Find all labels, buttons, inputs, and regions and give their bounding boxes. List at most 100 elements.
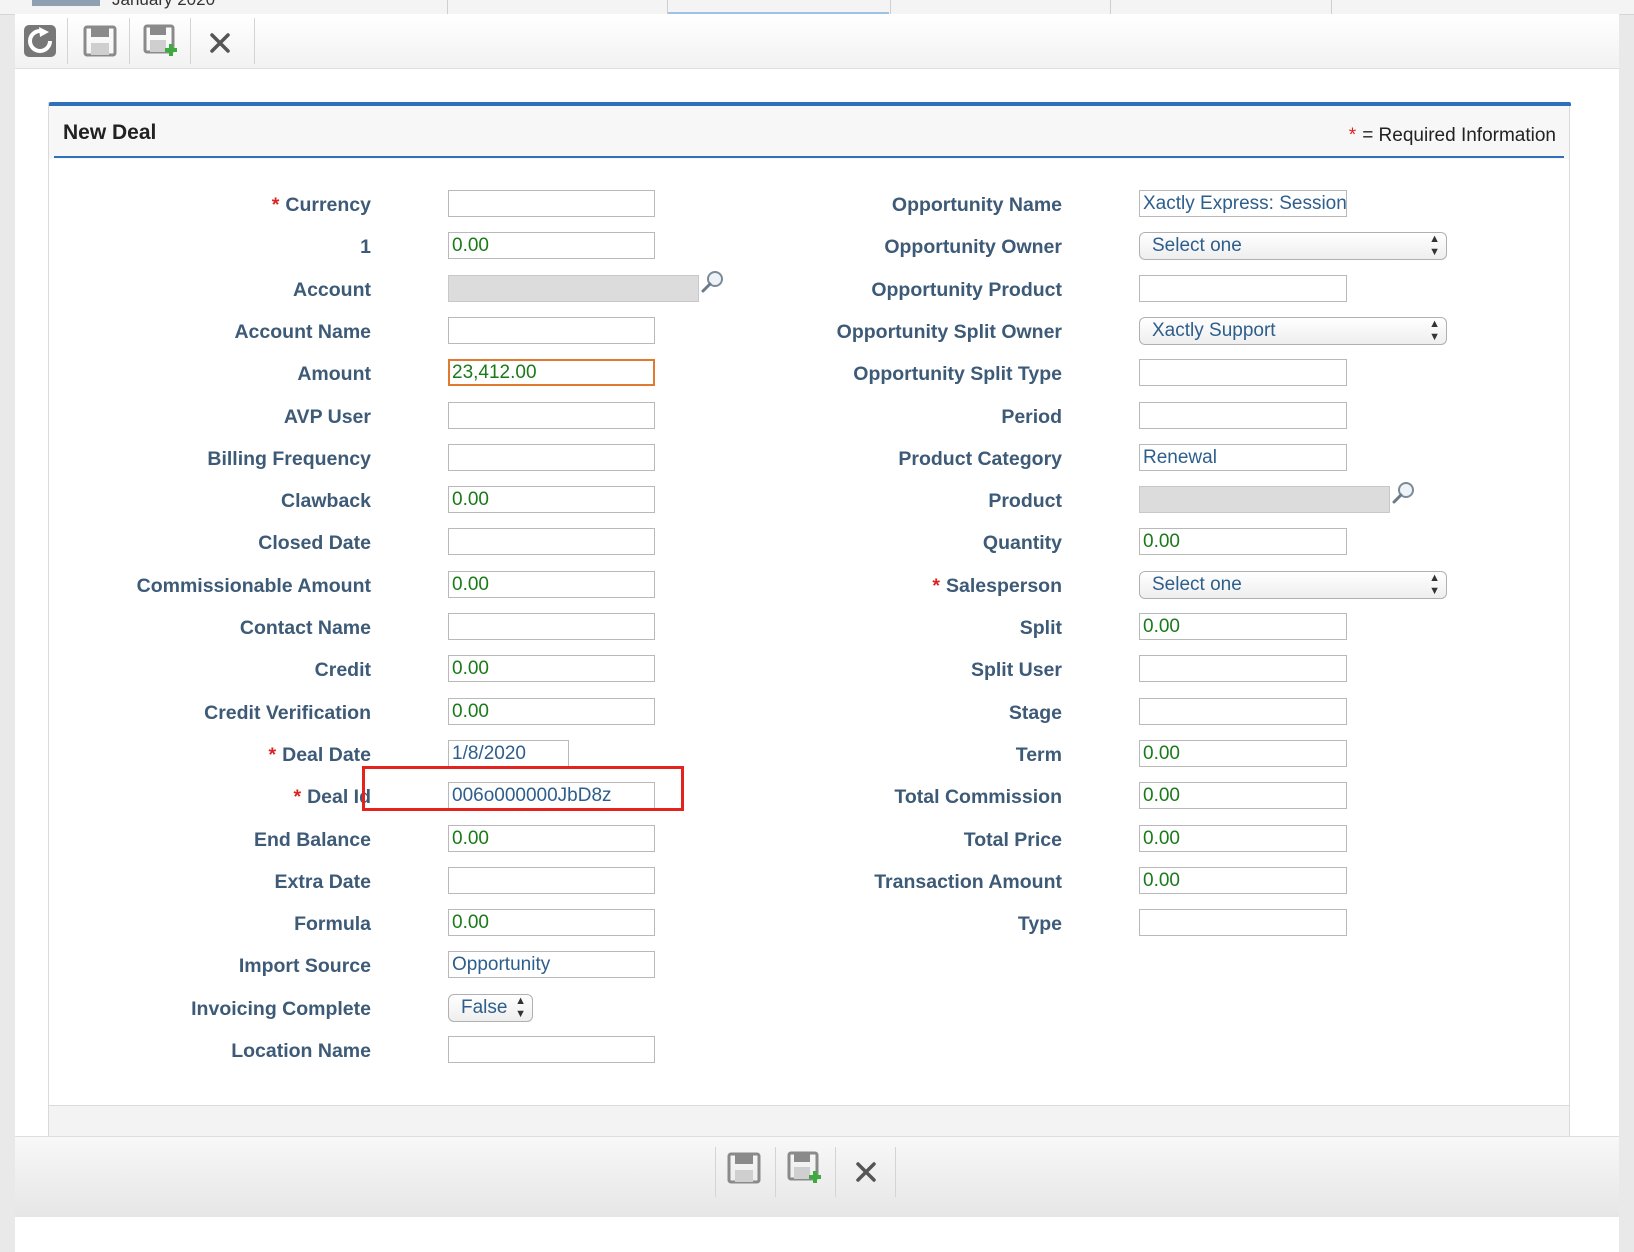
term-label: Term: [1016, 743, 1062, 767]
period-label: Period: [1001, 405, 1062, 429]
currency-input[interactable]: [448, 190, 655, 217]
transaction-amount-input[interactable]: 0.00: [1139, 866, 1347, 894]
amount-label: Amount: [297, 362, 371, 386]
opportunity-owner-select[interactable]: Select one ▲ ▼: [1139, 232, 1447, 261]
toolbar-separator: [775, 1147, 776, 1197]
opportunity-name-input[interactable]: Xactly Express: Session: [1139, 190, 1347, 217]
product-category-input[interactable]: Renewal: [1139, 443, 1347, 471]
opportunity-split-owner-label-text: Opportunity Split Owner: [836, 320, 1062, 343]
save-and-new-button[interactable]: [139, 18, 183, 64]
top-toolbar: [15, 14, 1619, 69]
tab-active[interactable]: [668, 0, 889, 15]
credit-verification-input[interactable]: 0.00: [448, 697, 655, 725]
credit-input[interactable]: 0.00: [448, 655, 655, 683]
total-price-label-text: Total Price: [963, 828, 1062, 851]
save-and-new-icon: [787, 1151, 821, 1183]
amount-input[interactable]: 23,412.00: [448, 359, 655, 387]
end-balance-label: End Balance: [254, 828, 371, 852]
opportunity-product-label-text: Opportunity Product: [871, 278, 1062, 301]
close-icon: [856, 1162, 876, 1182]
billing-frequency-label-text: Billing Frequency: [207, 447, 371, 470]
contact-name-label-text: Contact Name: [239, 617, 371, 639]
import-source-input[interactable]: Opportunity: [448, 951, 655, 979]
tab-partial-label[interactable]: January 2020: [112, 0, 215, 8]
refresh-button[interactable]: [18, 18, 62, 64]
toolbar-separator: [895, 1147, 896, 1197]
1-input[interactable]: 0.00: [448, 232, 655, 260]
bottom-toolbar: [15, 1136, 1619, 1217]
extra-date-input[interactable]: [448, 866, 655, 894]
panel-title: New Deal: [63, 121, 157, 144]
bottom-save-button[interactable]: [722, 1145, 766, 1191]
credit-label: Credit: [315, 658, 371, 682]
invoicing-complete-select[interactable]: False ▲ ▼: [448, 993, 533, 1022]
deal-form: * Currency 1 0.00 Account Account Name Amount 2…: [49, 159, 1569, 1106]
new-deal-dialog: New Deal * = Required Information * Curren…: [15, 14, 1619, 1252]
split-user-input[interactable]: [1139, 655, 1347, 683]
product-input[interactable]: [1139, 486, 1390, 514]
required-star: *: [293, 786, 302, 809]
extra-date-label: Extra Date: [275, 870, 371, 894]
lookup-search-icon[interactable]: [1391, 480, 1417, 506]
toolbar-separator: [835, 1147, 836, 1197]
avp-user-label-text: AVP User: [283, 405, 371, 428]
bottom-save-and-new-button[interactable]: [783, 1145, 827, 1191]
credit-verification-label-text: Credit Verification: [204, 701, 371, 724]
total-commission-input[interactable]: 0.00: [1139, 782, 1347, 810]
tab-divider: [447, 0, 448, 14]
term-input[interactable]: 0.00: [1139, 739, 1347, 767]
amount-label-text: Amount: [297, 363, 371, 386]
closed-date-input[interactable]: [448, 528, 655, 556]
opportunity-name-label: Opportunity Name: [892, 193, 1062, 217]
split-user-label-text: Split User: [970, 659, 1062, 682]
import-source-label: Import Source: [239, 954, 371, 978]
split-user-label: Split User: [971, 658, 1062, 682]
salesperson-label: * Salesperson: [932, 574, 1062, 598]
location-name-input[interactable]: [448, 1036, 655, 1063]
formula-input[interactable]: 0.00: [448, 909, 655, 937]
required-star: *: [268, 743, 277, 766]
bottom-close-button[interactable]: [844, 1149, 888, 1195]
type-label: Type: [1018, 912, 1062, 936]
opportunity-product-input[interactable]: [1139, 274, 1347, 302]
save-button[interactable]: [78, 18, 122, 64]
updown-arrows-icon: ▲ ▼: [1429, 571, 1440, 597]
toolbar-separator: [190, 18, 191, 64]
contact-name-label: Contact Name: [240, 616, 371, 640]
deal-id-label: * Deal Id: [293, 785, 371, 809]
period-input[interactable]: [1139, 401, 1347, 429]
stage-input[interactable]: [1139, 697, 1347, 725]
required-star: *: [271, 194, 280, 216]
new-deal-panel: New Deal * = Required Information * Curren…: [48, 102, 1571, 1166]
location-name-label-text: Location Name: [231, 1040, 371, 1062]
billing-frequency-input[interactable]: [448, 443, 655, 471]
import-source-label-text: Import Source: [238, 955, 371, 978]
opportunity-split-type-input[interactable]: [1139, 359, 1347, 387]
contact-name-input[interactable]: [448, 613, 655, 640]
lookup-search-icon[interactable]: [700, 269, 726, 295]
toolbar-separator: [254, 18, 255, 64]
product-category-label-text: Product Category: [898, 447, 1062, 470]
opportunity-owner-select-value: Select one: [1152, 235, 1242, 257]
clawback-label: Clawback: [281, 489, 371, 513]
clawback-input[interactable]: 0.00: [448, 486, 655, 514]
total-price-input[interactable]: 0.00: [1139, 824, 1347, 852]
account-name-input[interactable]: [448, 316, 655, 344]
formula-label-text: Formula: [294, 913, 371, 936]
deal-date-input[interactable]: 1/8/2020: [448, 739, 569, 767]
commissionable-amount-input[interactable]: 0.00: [448, 570, 655, 598]
total-price-label: Total Price: [964, 828, 1062, 852]
end-balance-label-text: End Balance: [253, 828, 371, 851]
avp-user-input[interactable]: [448, 401, 655, 429]
close-button[interactable]: [198, 20, 242, 66]
quantity-input[interactable]: 0.00: [1139, 528, 1347, 556]
split-input[interactable]: 0.00: [1139, 613, 1347, 640]
opportunity-split-owner-select[interactable]: Xactly Support ▲ ▼: [1139, 316, 1447, 345]
type-input[interactable]: [1139, 909, 1347, 937]
closed-date-label: Closed Date: [258, 531, 371, 555]
salesperson-select[interactable]: Select one ▲ ▼: [1139, 570, 1447, 599]
tab-swatch[interactable]: [32, 0, 100, 6]
account-input[interactable]: [448, 274, 699, 302]
quantity-label: Quantity: [983, 531, 1062, 555]
end-balance-input[interactable]: 0.00: [448, 824, 655, 852]
